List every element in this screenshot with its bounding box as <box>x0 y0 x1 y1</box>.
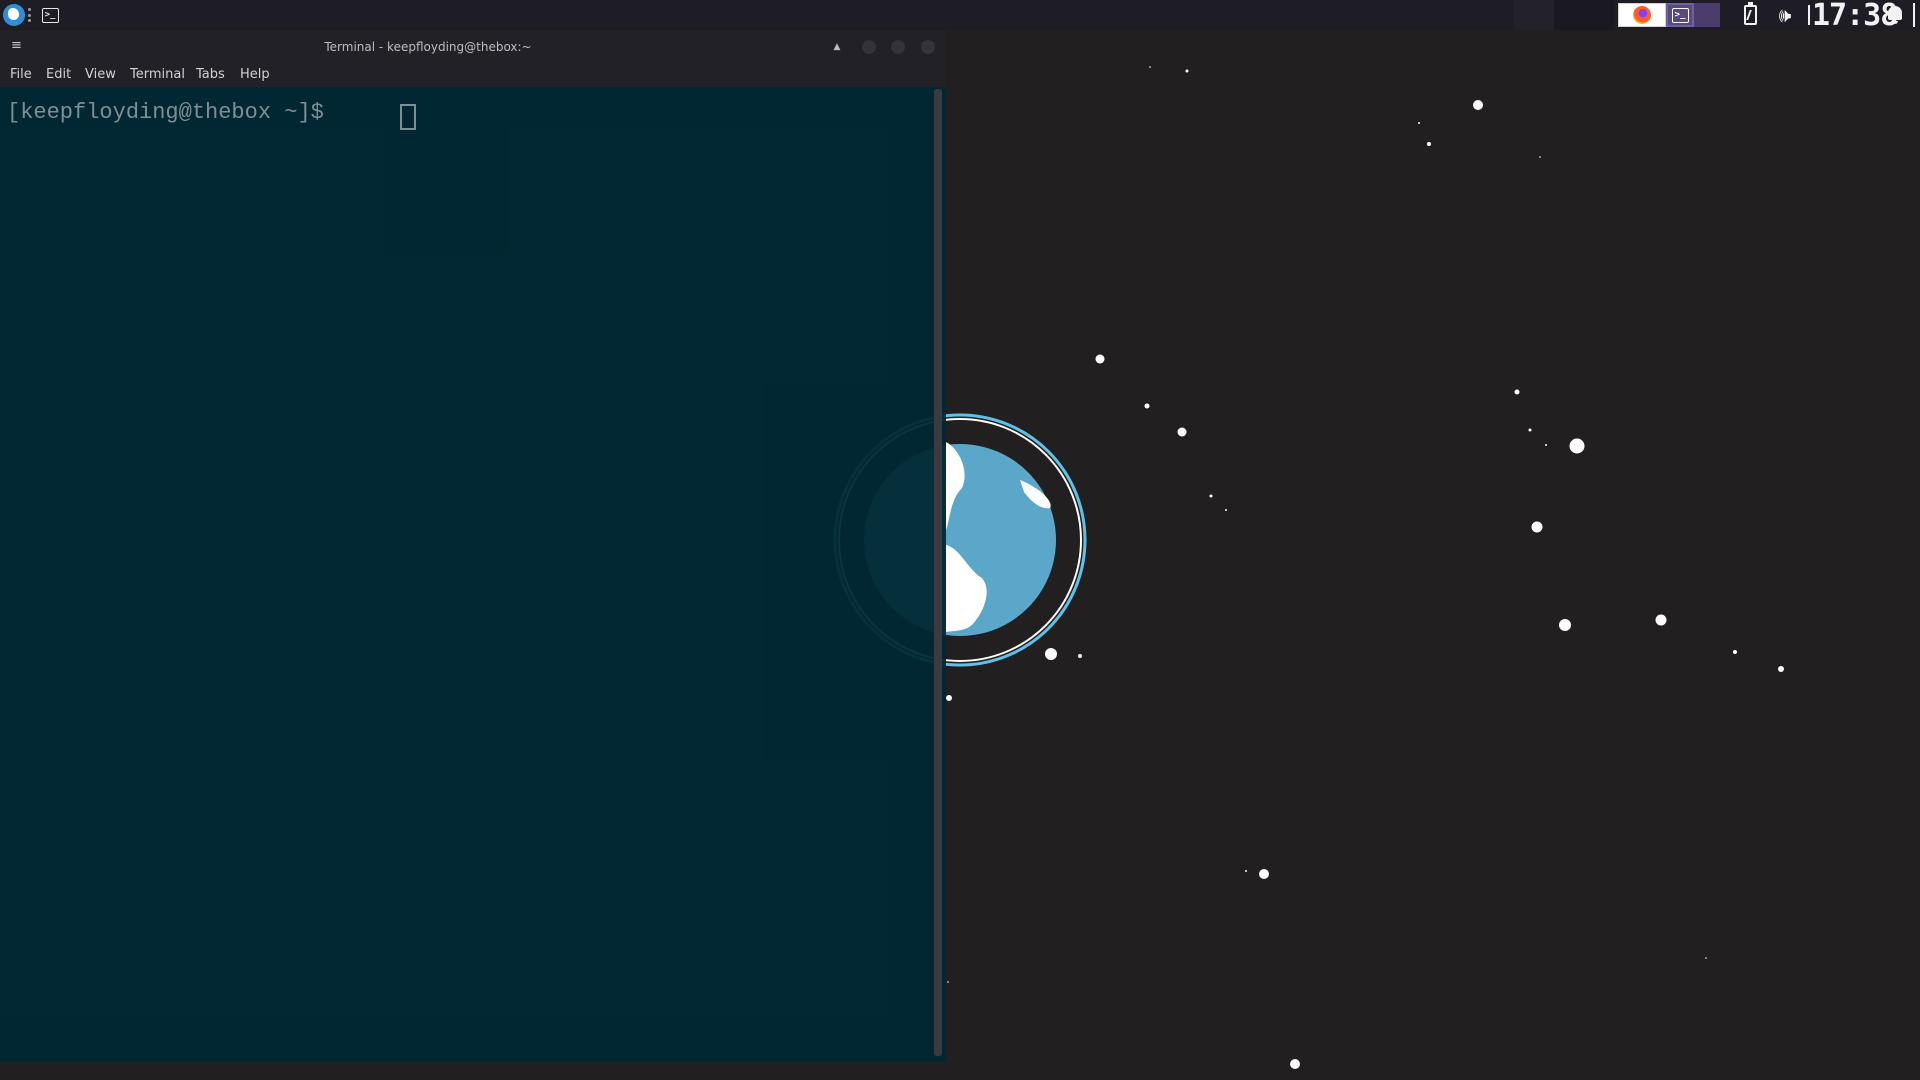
applications-menu-button[interactable] <box>2 3 26 27</box>
menu-bar: File Edit View Terminal Tabs Help <box>0 63 946 87</box>
shade-button[interactable]: ▲ <box>830 40 844 54</box>
task-terminal[interactable]: >_ <box>1666 3 1694 27</box>
menu-edit[interactable]: Edit <box>46 67 71 82</box>
menu-tabs[interactable]: Tabs <box>196 67 225 82</box>
panel-separator <box>1808 5 1810 25</box>
terminal-output[interactable]: [keepfloyding@thebox ~]$ <box>0 87 946 1061</box>
terminal-icon: >_ <box>1671 7 1689 23</box>
top-panel: >_ >_ 🕪 17:38 <box>0 0 1920 33</box>
taskbar: >_ <box>1618 3 1720 27</box>
maximize-button[interactable] <box>891 40 905 54</box>
terminal-window[interactable]: ≡ Terminal - keepfloyding@thebox:~ ▲ Fil… <box>0 31 946 1061</box>
menu-file[interactable]: File <box>10 67 32 82</box>
task-firefox[interactable] <box>1618 3 1666 27</box>
battery-icon[interactable] <box>1738 2 1762 26</box>
menu-view[interactable]: View <box>85 67 116 82</box>
volume-icon[interactable]: 🕪 <box>1771 4 1799 26</box>
window-title: Terminal - keepfloyding@thebox:~ <box>324 40 532 54</box>
desktop-strip <box>0 1061 946 1080</box>
panel-shade <box>1514 0 1554 30</box>
firefox-icon <box>1633 6 1651 24</box>
window-titlebar[interactable]: ≡ Terminal - keepfloyding@thebox:~ ▲ <box>0 31 946 63</box>
close-button[interactable] <box>921 40 935 54</box>
minimize-button[interactable] <box>862 40 876 54</box>
menu-terminal[interactable]: Terminal <box>130 67 185 82</box>
menu-help[interactable]: Help <box>240 67 270 82</box>
shell-prompt: [keepfloyding@thebox ~]$ <box>7 100 338 125</box>
xfce-logo-icon <box>3 4 25 26</box>
panel-separator <box>28 8 31 22</box>
terminal-launcher-button[interactable]: >_ <box>38 3 62 27</box>
panel-shade <box>1554 0 1614 30</box>
task-highlight <box>1694 3 1720 27</box>
panel-separator <box>1913 3 1915 27</box>
terminal-scrollbar[interactable] <box>934 89 942 1056</box>
terminal-icon: >_ <box>41 7 59 23</box>
text-cursor <box>400 104 416 130</box>
notification-bell-icon[interactable] <box>1884 4 1906 26</box>
